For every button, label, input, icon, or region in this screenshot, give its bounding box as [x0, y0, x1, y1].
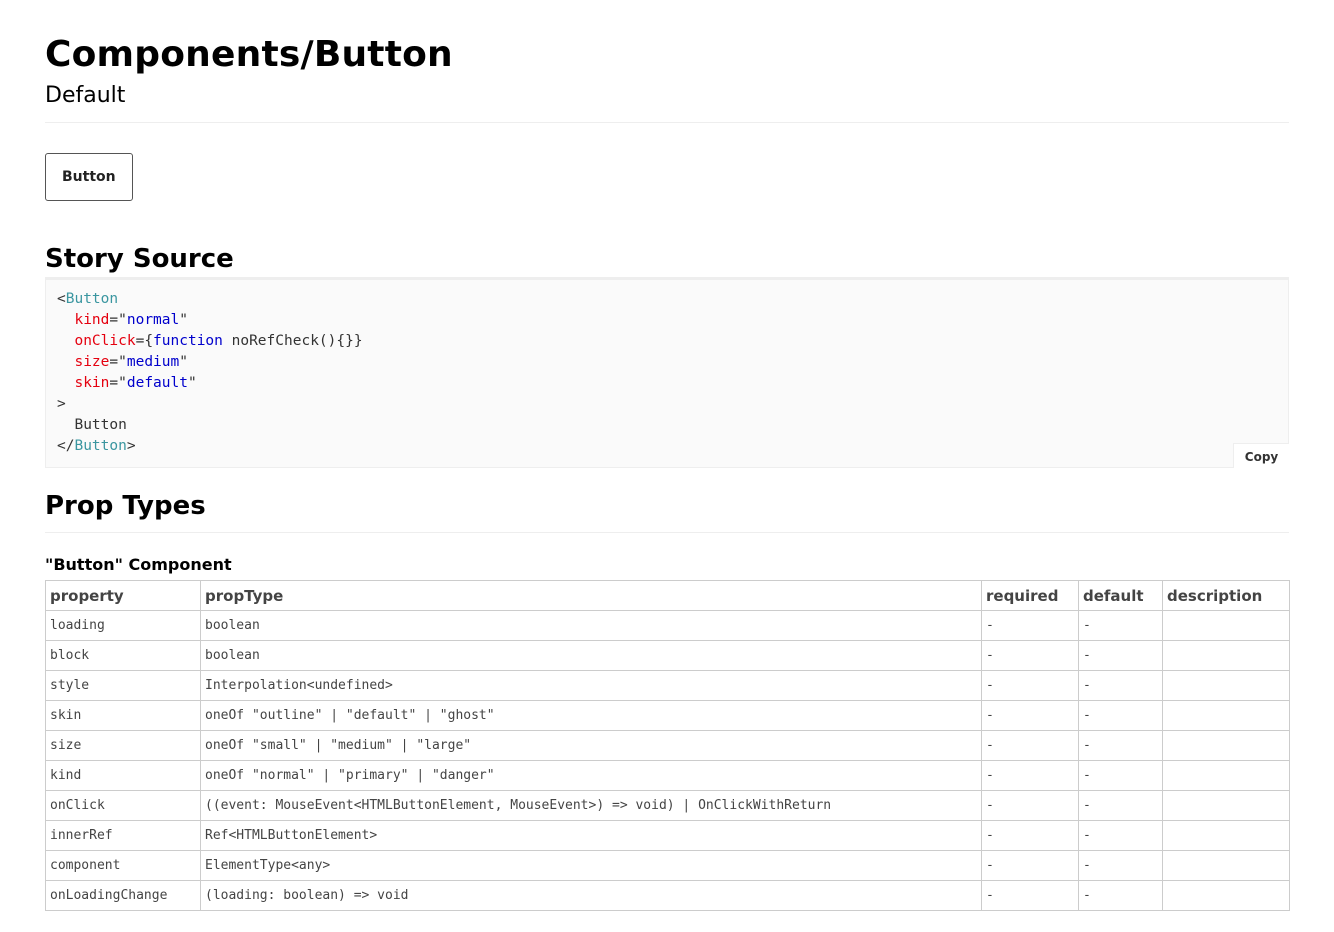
cell-default: - — [1078, 880, 1163, 911]
cell-description — [1162, 790, 1290, 821]
cell-description — [1162, 730, 1290, 761]
cell-required: - — [981, 850, 1079, 881]
code-tag-name: Button — [65, 291, 119, 307]
demo-button[interactable]: Button — [45, 153, 133, 201]
story-preview: Button — [45, 123, 1289, 201]
cell-proptype: oneOf "small" | "medium" | "large" — [200, 730, 982, 761]
column-header-property: property — [45, 580, 201, 611]
cell-required: - — [981, 730, 1079, 761]
cell-required: - — [981, 790, 1079, 821]
cell-proptype: ((event: MouseEvent<HTMLButtonElement, M… — [200, 790, 982, 821]
cell-default: - — [1078, 640, 1163, 671]
cell-proptype: oneOf "outline" | "default" | "ghost" — [200, 700, 982, 731]
code-children: Button — [74, 417, 127, 433]
column-header-proptype: propType — [200, 580, 982, 611]
code-attr: size — [74, 354, 110, 370]
table-row: style Interpolation<undefined> - - — [45, 670, 1290, 701]
cell-proptype: ElementType<any> — [200, 850, 982, 881]
cell-proptype: boolean — [200, 640, 982, 671]
cell-description — [1162, 640, 1290, 671]
copy-button[interactable]: Copy — [1233, 443, 1289, 468]
cell-description — [1162, 820, 1290, 851]
docs-page: Components/Button Default Button Story S… — [0, 0, 1334, 911]
table-row: onClick ((event: MouseEvent<HTMLButtonEl… — [45, 790, 1290, 821]
prop-types-table: property propType required default descr… — [45, 580, 1290, 911]
cell-proptype: oneOf "normal" | "primary" | "danger" — [200, 760, 982, 791]
table-row: skin oneOf "outline" | "default" | "ghos… — [45, 700, 1290, 731]
page-title: Components/Button — [45, 34, 453, 75]
cell-property: onLoadingChange — [45, 880, 201, 911]
story-source-code: <Button kind="normal" onClick={function … — [45, 279, 1289, 468]
cell-default: - — [1078, 790, 1163, 821]
cell-proptype: boolean — [200, 610, 982, 641]
story-source-heading: Story Source — [45, 244, 234, 274]
table-row: loading boolean - - — [45, 610, 1290, 641]
cell-description — [1162, 700, 1290, 731]
cell-proptype: Interpolation<undefined> — [200, 670, 982, 701]
cell-proptype: (loading: boolean) => void — [200, 880, 982, 911]
column-header-description: description — [1162, 580, 1290, 611]
cell-required: - — [981, 610, 1079, 641]
cell-description — [1162, 760, 1290, 791]
table-row: block boolean - - — [45, 640, 1290, 671]
code-string: medium — [126, 354, 180, 370]
cell-default: - — [1078, 760, 1163, 791]
cell-default: - — [1078, 730, 1163, 761]
prop-types-heading: Prop Types — [45, 491, 206, 521]
cell-default: - — [1078, 850, 1163, 881]
cell-property: style — [45, 670, 201, 701]
cell-default: - — [1078, 700, 1163, 731]
cell-description — [1162, 610, 1290, 641]
table-row: innerRef Ref<HTMLButtonElement> - - — [45, 820, 1290, 851]
cell-required: - — [981, 880, 1079, 911]
cell-required: - — [981, 760, 1079, 791]
prop-types-divider — [45, 532, 1289, 533]
cell-property: skin — [45, 700, 201, 731]
code-attr: onClick — [74, 333, 136, 349]
cell-required: - — [981, 670, 1079, 701]
cell-property: size — [45, 730, 201, 761]
cell-required: - — [981, 820, 1079, 851]
cell-default: - — [1078, 610, 1163, 641]
cell-required: - — [981, 640, 1079, 671]
cell-property: innerRef — [45, 820, 201, 851]
code-tag-name: Button — [74, 438, 127, 454]
table-row: onLoadingChange (loading: boolean) => vo… — [45, 880, 1290, 911]
code-keyword: function — [153, 333, 223, 349]
table-row: component ElementType<any> - - — [45, 850, 1290, 881]
component-heading: "Button" Component — [45, 555, 232, 574]
cell-default: - — [1078, 820, 1163, 851]
cell-property: onClick — [45, 790, 201, 821]
cell-description — [1162, 850, 1290, 881]
page-subtitle: Default — [45, 83, 126, 108]
cell-required: - — [981, 700, 1079, 731]
column-header-required: required — [981, 580, 1079, 611]
cell-property: component — [45, 850, 201, 881]
code-attr: skin — [74, 375, 110, 391]
cell-proptype: Ref<HTMLButtonElement> — [200, 820, 982, 851]
column-header-default: default — [1078, 580, 1163, 611]
cell-default: - — [1078, 670, 1163, 701]
cell-description — [1162, 670, 1290, 701]
cell-description — [1162, 880, 1290, 911]
table-row: size oneOf "small" | "medium" | "large" … — [45, 730, 1290, 761]
cell-property: kind — [45, 760, 201, 791]
code-string: normal — [126, 312, 180, 328]
code-attr: kind — [74, 312, 110, 328]
code-string: default — [126, 375, 188, 391]
table-header-row: property propType required default descr… — [45, 580, 1290, 611]
table-row: kind oneOf "normal" | "primary" | "dange… — [45, 760, 1290, 791]
cell-property: loading — [45, 610, 201, 641]
cell-property: block — [45, 640, 201, 671]
